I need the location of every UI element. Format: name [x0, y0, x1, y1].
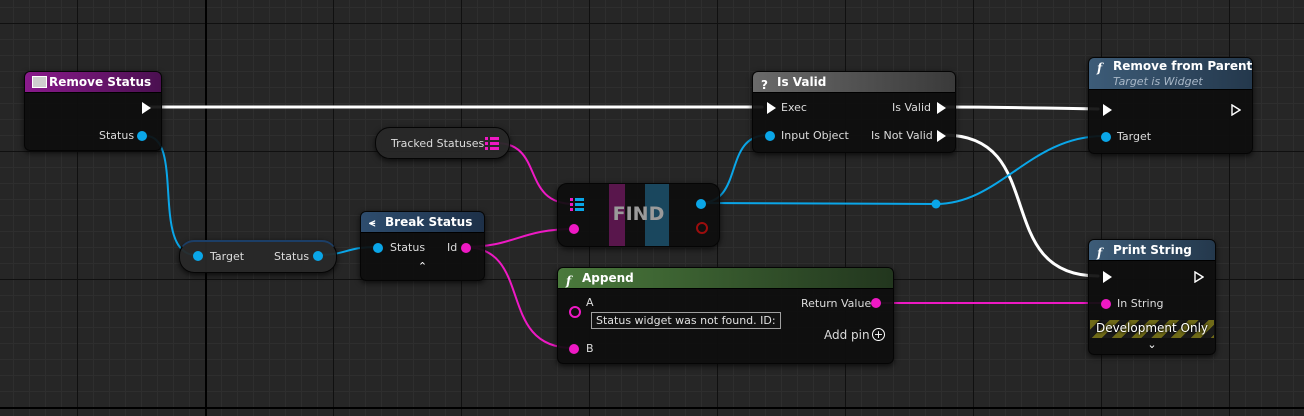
wire-status-to-target[interactable] — [145, 135, 197, 256]
development-only-banner: Development Only — [1090, 320, 1214, 338]
pin-id-label: Id — [447, 241, 458, 254]
a-default-input[interactable]: Status widget was not found. ID: — [591, 312, 781, 329]
node-tracked-statuses[interactable]: Tracked Statuses — [375, 127, 510, 159]
node-get-status[interactable]: Target Status — [179, 240, 337, 273]
node-header[interactable]: ? Is Valid — [753, 72, 955, 93]
array-icon[interactable] — [485, 137, 499, 150]
target-in-pin[interactable] — [193, 251, 203, 261]
function-icon: f — [566, 274, 572, 288]
return-out-pin[interactable] — [871, 298, 881, 308]
node-is-valid[interactable]: ? Is Valid Exec Input Object Is Valid Is… — [752, 71, 956, 153]
node-break-status[interactable]: ⪪ Break Status Status Id ⌃ — [360, 211, 485, 281]
node-header[interactable]: f Print String — [1089, 240, 1215, 261]
node-title: Remove from Parent — [1113, 59, 1252, 73]
find-key-in-pin[interactable] — [569, 224, 579, 234]
status-out-pin[interactable] — [313, 251, 323, 261]
add-pin-label[interactable]: Add pin — [824, 329, 870, 342]
function-icon: f — [1097, 61, 1103, 75]
status-out-pin[interactable] — [137, 131, 147, 141]
add-pin-icon[interactable]: + — [872, 328, 885, 341]
wire-exec-isvalid-remove[interactable] — [942, 105, 1100, 111]
node-title: Is Valid — [777, 75, 827, 89]
function-icon: f — [1097, 246, 1103, 260]
node-header[interactable]: Remove Status — [25, 72, 161, 93]
exec-in-pin[interactable] — [767, 102, 776, 114]
event-icon — [32, 76, 47, 88]
out-not-valid-label: Is Not Valid — [871, 129, 933, 142]
node-header[interactable]: ⪪ Break Status — [361, 212, 484, 233]
wire-exec-notvalid-print[interactable] — [942, 133, 1100, 278]
exec-is-not-valid-pin[interactable] — [937, 130, 946, 142]
array-icon[interactable] — [570, 198, 584, 211]
chevron-icon[interactable]: ⌃ — [361, 260, 484, 273]
pin-in-label: In String — [1117, 297, 1164, 310]
node-subtitle: Target is Widget — [1113, 75, 1203, 88]
node-find[interactable]: FIND — [557, 183, 720, 247]
input-object-pin[interactable] — [765, 131, 775, 141]
pin-a-label: A — [586, 296, 594, 309]
dev-only-label: Development Only — [1095, 321, 1209, 335]
node-append[interactable]: f Append A Status widget was not found. … — [557, 267, 894, 364]
break-struct-icon: ⪪ — [369, 216, 376, 229]
pin-exec-label: Exec — [781, 101, 807, 114]
node-print-string[interactable]: f Print String In String Development Onl… — [1088, 239, 1216, 355]
node-remove-status[interactable]: Remove Status Status — [24, 71, 162, 151]
node-title: Print String — [1113, 243, 1192, 257]
exec-in-pin[interactable] — [1103, 104, 1112, 116]
status-in-pin[interactable] — [373, 243, 383, 253]
exec-out-pin[interactable] — [142, 102, 151, 114]
pin-return-label: Return Value — [801, 297, 872, 310]
node-remove-from-parent[interactable]: f Remove from Parent Target is Widget Ta… — [1088, 57, 1253, 154]
id-out-pin[interactable] — [461, 243, 471, 253]
find-found-out-pin[interactable] — [696, 222, 708, 234]
node-title: Break Status — [385, 215, 473, 229]
b-in-pin[interactable] — [569, 344, 579, 354]
exec-is-valid-pin[interactable] — [937, 102, 946, 114]
node-header[interactable]: f Remove from Parent Target is Widget — [1089, 58, 1252, 90]
variable-label: Tracked Statuses — [391, 137, 485, 150]
find-value-out-pin[interactable] — [696, 199, 706, 209]
in-string-pin[interactable] — [1101, 299, 1111, 309]
pin-status-label: Status — [99, 129, 135, 142]
pin-b-label: B — [586, 342, 594, 355]
exec-out-pin[interactable] — [1194, 271, 1204, 283]
out-valid-label: Is Valid — [892, 101, 931, 114]
question-icon: ? — [761, 78, 768, 92]
target-in-pin[interactable] — [1101, 132, 1111, 142]
chevron-icon[interactable]: ⌄ — [1089, 338, 1215, 351]
pin-status-label: Status — [274, 250, 310, 263]
a-in-pin[interactable] — [569, 306, 581, 318]
pin-input-label: Input Object — [781, 129, 849, 142]
pin-target-label: Target — [1117, 130, 1152, 143]
exec-in-pin[interactable] — [1103, 271, 1112, 283]
node-title: Append — [582, 271, 634, 285]
node-header[interactable]: f Append — [558, 268, 893, 289]
pin-target-label: Target — [210, 250, 245, 263]
wire-reroute-knot[interactable] — [931, 199, 941, 209]
exec-out-pin[interactable] — [1231, 104, 1241, 116]
pin-status-label: Status — [390, 241, 426, 254]
node-title: Remove Status — [49, 75, 152, 89]
